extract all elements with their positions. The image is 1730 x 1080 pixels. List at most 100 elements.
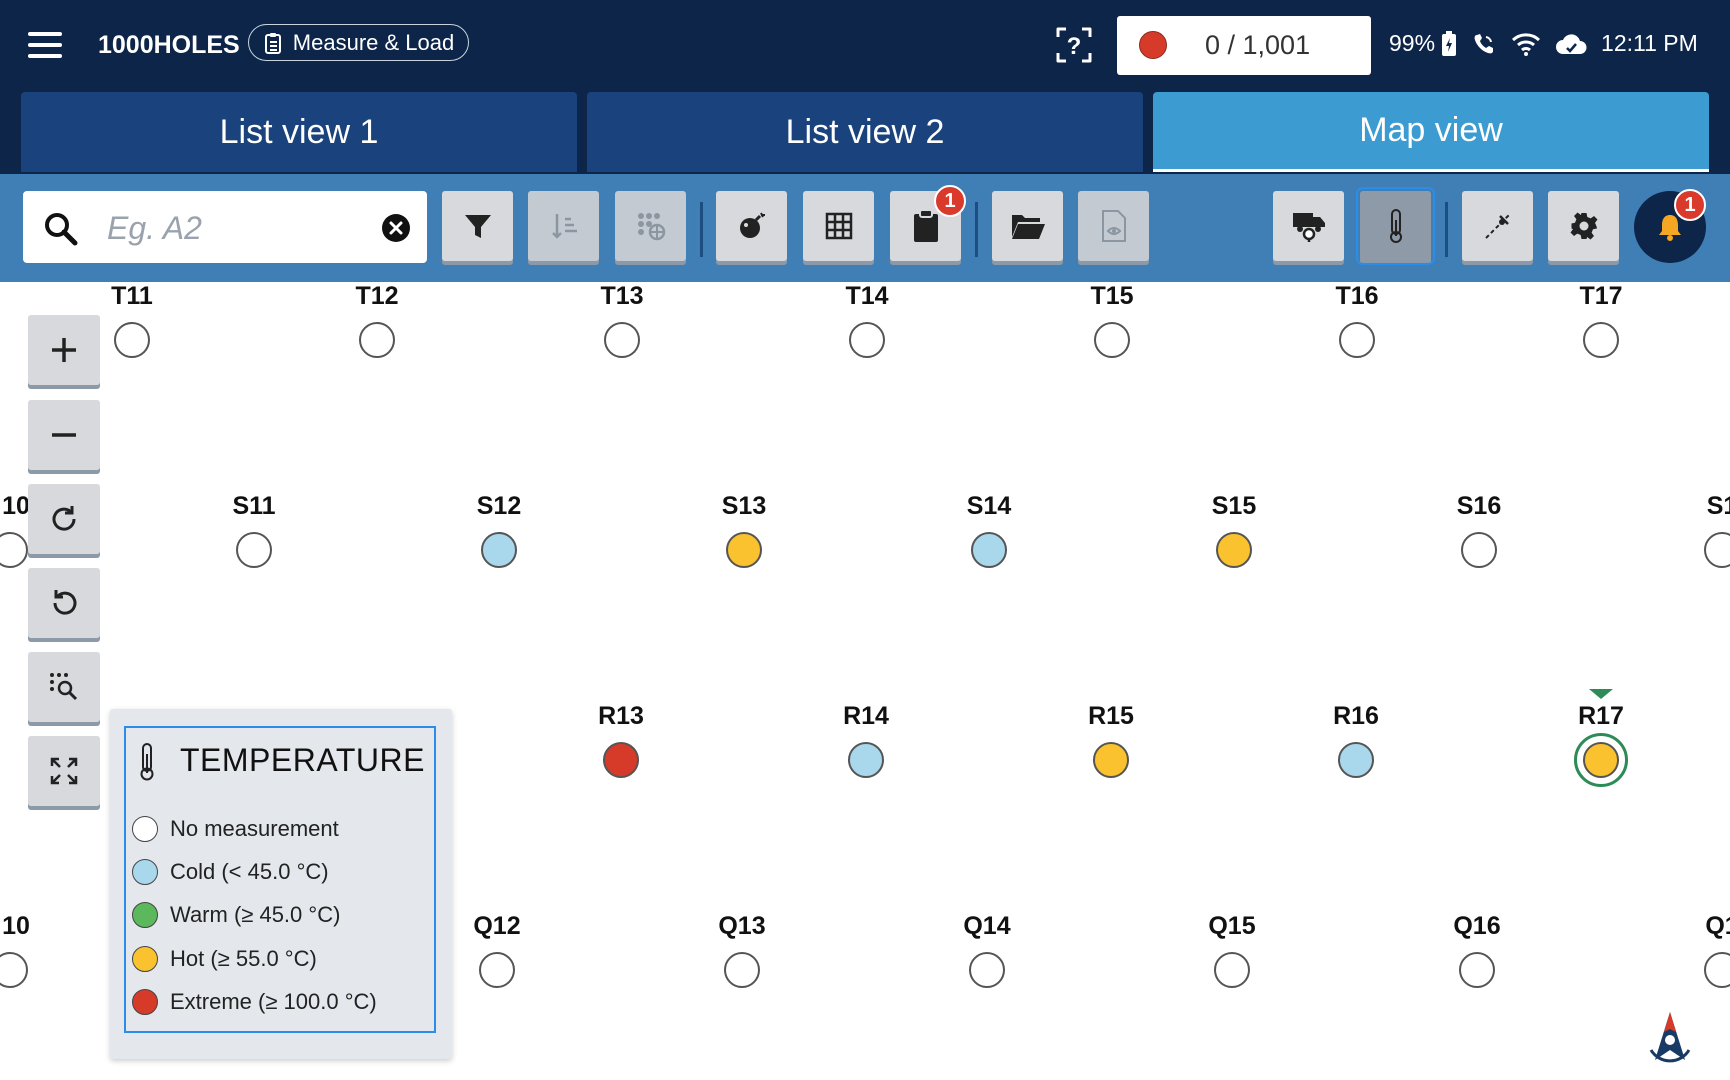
hole-t16[interactable]: [1339, 322, 1375, 358]
legend-item: Hot (≥ 55.0 °C): [132, 946, 317, 972]
hole-label: T11: [111, 282, 153, 310]
legend-item: Extreme (≥ 100.0 °C): [132, 989, 377, 1015]
settings-button[interactable]: [1548, 191, 1619, 261]
measure-tool-button[interactable]: [1462, 191, 1533, 261]
battery-percent: 99%: [1389, 30, 1436, 56]
truck-icon: [1292, 213, 1325, 242]
hole-s16[interactable]: [1461, 532, 1497, 568]
hole-s15[interactable]: [1216, 532, 1252, 568]
view-file-button[interactable]: [1078, 191, 1149, 261]
hole-label: S16: [1456, 492, 1502, 520]
hole-s10[interactable]: [0, 532, 28, 568]
hole-r15[interactable]: [1093, 742, 1129, 778]
hole-s11[interactable]: [236, 532, 272, 568]
rotate-button[interactable]: [28, 484, 100, 554]
hole-q14[interactable]: [969, 952, 1005, 988]
hole-r16[interactable]: [1338, 742, 1374, 778]
hole-s14[interactable]: [971, 532, 1007, 568]
hole-s12[interactable]: [481, 532, 517, 568]
hole-label: T14: [845, 282, 889, 310]
toolbar: 1 1: [0, 174, 1730, 282]
selected-hole-marker: [1589, 689, 1613, 699]
hole-r13[interactable]: [603, 742, 639, 778]
legend-frame: TEMPERATURE No measurement Cold (< 45.0 …: [124, 726, 436, 1033]
clear-search-icon[interactable]: [381, 213, 411, 243]
hole-q13[interactable]: [724, 952, 760, 988]
hole-label: R16: [1333, 702, 1379, 730]
grid-table-icon: [825, 212, 852, 240]
record-status-icon: [1139, 31, 1167, 59]
legend-label: No measurement: [170, 816, 339, 841]
grid-button[interactable]: [803, 191, 874, 261]
search-input[interactable]: [105, 207, 379, 249]
legend-label: Warm (≥ 45.0 °C): [170, 902, 341, 927]
hole-q10[interactable]: [0, 952, 28, 988]
bomb-icon: [739, 212, 765, 238]
sort-button[interactable]: [528, 191, 599, 261]
legend-swatch: [132, 989, 158, 1015]
hole-label: S12: [476, 492, 522, 520]
fullscreen-button[interactable]: [28, 736, 100, 806]
hole-q16[interactable]: [1459, 952, 1495, 988]
zoom-to-fit-button[interactable]: [28, 652, 100, 722]
zoom-out-button[interactable]: [28, 400, 100, 470]
toolbar-divider: [700, 202, 703, 257]
truck-button[interactable]: [1273, 191, 1344, 261]
hole-t15[interactable]: [1094, 322, 1130, 358]
hole-label: 10: [2, 912, 30, 940]
zoom-in-button[interactable]: [28, 315, 100, 385]
hole-label: T17: [1579, 282, 1623, 310]
legend-swatch: [132, 902, 158, 928]
counter-text: 0 / 1,001: [1205, 30, 1311, 60]
legend-swatch: [132, 816, 158, 842]
search-pattern-icon: [50, 673, 78, 701]
rotate-cw-icon: [52, 506, 76, 531]
sort-icon: [551, 214, 577, 239]
mode-selector[interactable]: Measure & Load: [248, 24, 469, 61]
hole-t13[interactable]: [604, 322, 640, 358]
menu-icon[interactable]: [28, 32, 62, 58]
hole-label: R17: [1578, 702, 1624, 730]
filter-icon: [464, 215, 491, 238]
hole-t14[interactable]: [849, 322, 885, 358]
pattern-button[interactable]: [615, 191, 686, 261]
temperature-button[interactable]: [1356, 187, 1435, 265]
help-scan-icon[interactable]: ?: [1054, 25, 1094, 65]
hole-t17[interactable]: [1583, 322, 1619, 358]
hole-label: T16: [1335, 282, 1379, 310]
clock-time: 12:11 PM: [1601, 30, 1698, 56]
hole-q15[interactable]: [1214, 952, 1250, 988]
minus-icon: [52, 433, 76, 437]
hole-q12[interactable]: [479, 952, 515, 988]
hole-q17[interactable]: [1704, 952, 1730, 988]
thermometer-icon: [140, 743, 154, 781]
hole-label: S15: [1211, 492, 1257, 520]
tab-map-view[interactable]: Map view: [1153, 92, 1709, 172]
filter-button[interactable]: [442, 191, 513, 261]
clipboard-button[interactable]: 1: [890, 185, 966, 261]
selected-hole-ring: [1574, 733, 1628, 787]
hole-t12[interactable]: [359, 322, 395, 358]
hole-label: Q12: [473, 912, 521, 940]
hole-r14[interactable]: [848, 742, 884, 778]
explosive-button[interactable]: [716, 191, 787, 261]
hole-pattern-icon: [637, 213, 665, 241]
mode-label: Measure & Load: [292, 29, 455, 55]
hole-s17[interactable]: [1704, 532, 1730, 568]
tab-list-view-2[interactable]: List view 2: [587, 92, 1143, 172]
undo-button[interactable]: [28, 568, 100, 638]
notifications-button[interactable]: 1: [1634, 189, 1706, 263]
hole-label: T12: [355, 282, 399, 310]
progress-counter[interactable]: 0 / 1,001: [1117, 16, 1371, 75]
hole-t11[interactable]: [114, 322, 150, 358]
svg-text:?: ?: [1067, 33, 1082, 60]
legend-title: TEMPERATURE: [180, 742, 425, 778]
hole-label: R15: [1088, 702, 1134, 730]
tab-list-view-1[interactable]: List view 1: [21, 92, 577, 172]
hole-label: R13: [598, 702, 644, 730]
compass-icon[interactable]: [1645, 1010, 1695, 1072]
open-folder-button[interactable]: [992, 191, 1063, 261]
clipboard-list-icon: [264, 32, 281, 54]
hole-s13[interactable]: [726, 532, 762, 568]
hole-label: Q15: [1208, 912, 1256, 940]
